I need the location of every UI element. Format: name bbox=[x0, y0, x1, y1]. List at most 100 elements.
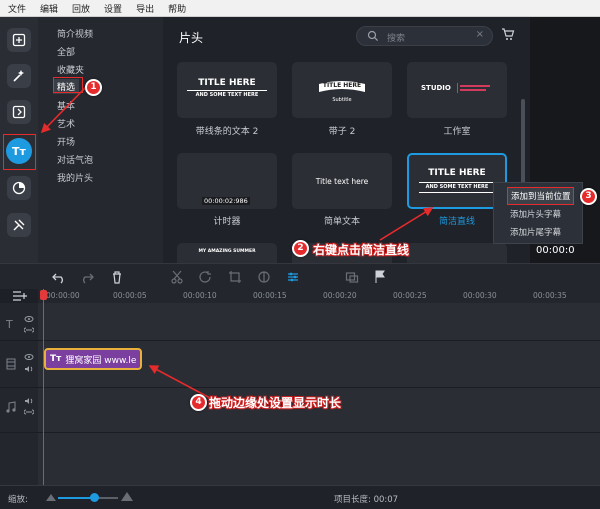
import-media-button[interactable] bbox=[7, 28, 31, 52]
category-item[interactable]: 艺术 bbox=[57, 117, 75, 130]
ruler-tick: 00:00:15 bbox=[253, 291, 287, 300]
step-badge-3: 3 bbox=[580, 188, 597, 205]
category-item[interactable]: 收藏夹 bbox=[57, 63, 84, 76]
timeline-ruler[interactable]: 00:00:00 00:00:05 00:00:10 00:00:15 00:0… bbox=[38, 289, 600, 303]
volume-icon[interactable] bbox=[24, 397, 34, 405]
category-item[interactable]: 我的片头 bbox=[57, 171, 93, 184]
step-badge-4: 4 bbox=[190, 394, 207, 411]
callout-step-4: 拖动边缘处设置显示时长 bbox=[209, 396, 342, 410]
search-placeholder: 搜索 bbox=[387, 34, 406, 44]
add-at-current-position-item[interactable]: 添加到当前位置 bbox=[507, 187, 574, 205]
thumbnail-label: 带子 2 bbox=[328, 127, 356, 137]
more-tools-icon bbox=[13, 219, 25, 231]
title-thumbnail[interactable]: 00:00:02:986 bbox=[177, 153, 277, 209]
more-tools-button[interactable] bbox=[7, 213, 31, 237]
thumbnail-label-selected: 简洁直线 bbox=[438, 217, 475, 227]
title-clip[interactable]: Tт 狸窝家园 www.le bbox=[44, 348, 142, 370]
category-highlight-box bbox=[53, 77, 83, 93]
zoom-out-icon[interactable] bbox=[46, 494, 56, 501]
menu-edit[interactable]: 编辑 bbox=[40, 2, 58, 15]
stickers-button[interactable] bbox=[7, 176, 31, 200]
zoom-slider-fill bbox=[58, 497, 94, 499]
music-track-icon bbox=[6, 401, 16, 413]
clip-name: 狸窝家园 www.le bbox=[65, 355, 137, 366]
zoom-label: 缩放: bbox=[8, 495, 28, 505]
transitions-icon bbox=[12, 105, 26, 119]
playhead[interactable] bbox=[43, 289, 44, 485]
store-cart-icon[interactable] bbox=[501, 27, 515, 41]
thumbnail-label: 带线条的文本 2 bbox=[195, 127, 259, 137]
menu-settings[interactable]: 设置 bbox=[104, 2, 122, 15]
category-item[interactable]: 开场 bbox=[57, 135, 75, 148]
menu-file[interactable]: 文件 bbox=[8, 2, 26, 15]
title-thumbnail-selected[interactable]: TITLE HERE AND SOME TEXT HERE bbox=[407, 153, 507, 209]
ruler-tick: 00:00:20 bbox=[323, 291, 357, 300]
visibility-eye-icon[interactable] bbox=[24, 315, 34, 323]
add-closing-titles-item[interactable]: 添加片尾字幕 bbox=[494, 224, 582, 242]
page-title: 片头 bbox=[179, 31, 204, 45]
step-badge-2: 2 bbox=[292, 240, 309, 257]
link-icon[interactable] bbox=[24, 408, 34, 416]
ruler-tick: 00:00:05 bbox=[113, 291, 147, 300]
thumbnail-label: 计时器 bbox=[213, 217, 241, 227]
clear-search-icon[interactable]: × bbox=[476, 29, 484, 40]
playhead-handle[interactable] bbox=[40, 290, 47, 300]
category-item[interactable]: 简介视频 bbox=[57, 27, 93, 40]
thumbnail-label: 简单文本 bbox=[323, 217, 360, 227]
preview-timecode: 00:00:0 bbox=[536, 245, 575, 256]
menu-export[interactable]: 导出 bbox=[136, 2, 154, 15]
marker-flag-icon[interactable] bbox=[373, 270, 387, 284]
link-icon[interactable] bbox=[24, 326, 34, 334]
track-headers: T bbox=[0, 303, 38, 485]
category-item[interactable]: 全部 bbox=[57, 45, 75, 58]
titles-highlight-box bbox=[3, 134, 36, 170]
video-track-icon bbox=[6, 358, 16, 370]
track-divider bbox=[0, 340, 600, 341]
category-item[interactable]: 基本 bbox=[57, 99, 75, 112]
zoom-in-icon[interactable] bbox=[121, 492, 133, 501]
ruler-tick: 00:00:00 bbox=[46, 291, 80, 300]
search-icon bbox=[367, 30, 379, 42]
zoom-slider-knob[interactable] bbox=[90, 493, 99, 502]
context-menu: 添加到当前位置 添加片头字幕 添加片尾字幕 bbox=[493, 182, 583, 244]
undo-icon[interactable] bbox=[52, 270, 66, 284]
add-track-icon[interactable] bbox=[12, 290, 28, 302]
text-track-icon: T bbox=[6, 318, 13, 331]
delete-icon[interactable] bbox=[110, 270, 124, 284]
stickers-icon bbox=[12, 181, 26, 195]
title-thumbnail-partial[interactable]: MY AMAZING SUMMER bbox=[177, 243, 277, 263]
cut-icon[interactable] bbox=[170, 270, 184, 284]
title-thumbnail[interactable]: STUDIO bbox=[407, 62, 507, 118]
timeline-toolbar bbox=[0, 263, 600, 289]
category-panel: 简介视频 全部 收藏夹 精选 基本 艺术 开场 对话气泡 我的片头 bbox=[38, 17, 163, 263]
clip-properties-icon[interactable] bbox=[286, 270, 300, 284]
filters-button[interactable] bbox=[7, 64, 31, 88]
menu-help[interactable]: 帮助 bbox=[168, 2, 186, 15]
record-screen-icon[interactable] bbox=[345, 270, 359, 284]
color-adjust-icon[interactable] bbox=[257, 270, 271, 284]
step-badge-1: 1 bbox=[85, 79, 102, 96]
redo-icon[interactable] bbox=[80, 270, 94, 284]
transitions-button[interactable] bbox=[7, 100, 31, 124]
title-thumbnail[interactable]: TITLE HERE Subtitle bbox=[292, 62, 392, 118]
menu-playback[interactable]: 回放 bbox=[72, 2, 90, 15]
menu-bar: 文件 编辑 回放 设置 导出 帮助 bbox=[0, 0, 600, 17]
search-input[interactable]: 搜索 × bbox=[356, 26, 493, 46]
category-item[interactable]: 对话气泡 bbox=[57, 153, 93, 166]
track-divider bbox=[0, 432, 600, 433]
titles-library: 片头 搜索 × TITLE HERE AND SOME TEXT HERE 带线… bbox=[163, 17, 530, 263]
import-media-icon bbox=[12, 33, 26, 47]
title-thumbnail-partial[interactable] bbox=[407, 243, 507, 263]
rotate-icon[interactable] bbox=[198, 270, 212, 284]
title-thumbnail[interactable]: TITLE HERE AND SOME TEXT HERE bbox=[177, 62, 277, 118]
volume-icon[interactable] bbox=[24, 365, 34, 373]
titles-clip-icon: Tт bbox=[50, 354, 62, 364]
visibility-eye-icon[interactable] bbox=[24, 353, 34, 361]
add-opening-titles-item[interactable]: 添加片头字幕 bbox=[494, 206, 582, 224]
track-divider bbox=[0, 387, 600, 388]
thumbnail-label: 工作室 bbox=[443, 127, 471, 137]
title-thumbnail[interactable]: Title text here bbox=[292, 153, 392, 209]
crop-icon[interactable] bbox=[228, 270, 242, 284]
ruler-tick: 00:00:25 bbox=[393, 291, 427, 300]
ruler-tick: 00:00:10 bbox=[183, 291, 217, 300]
